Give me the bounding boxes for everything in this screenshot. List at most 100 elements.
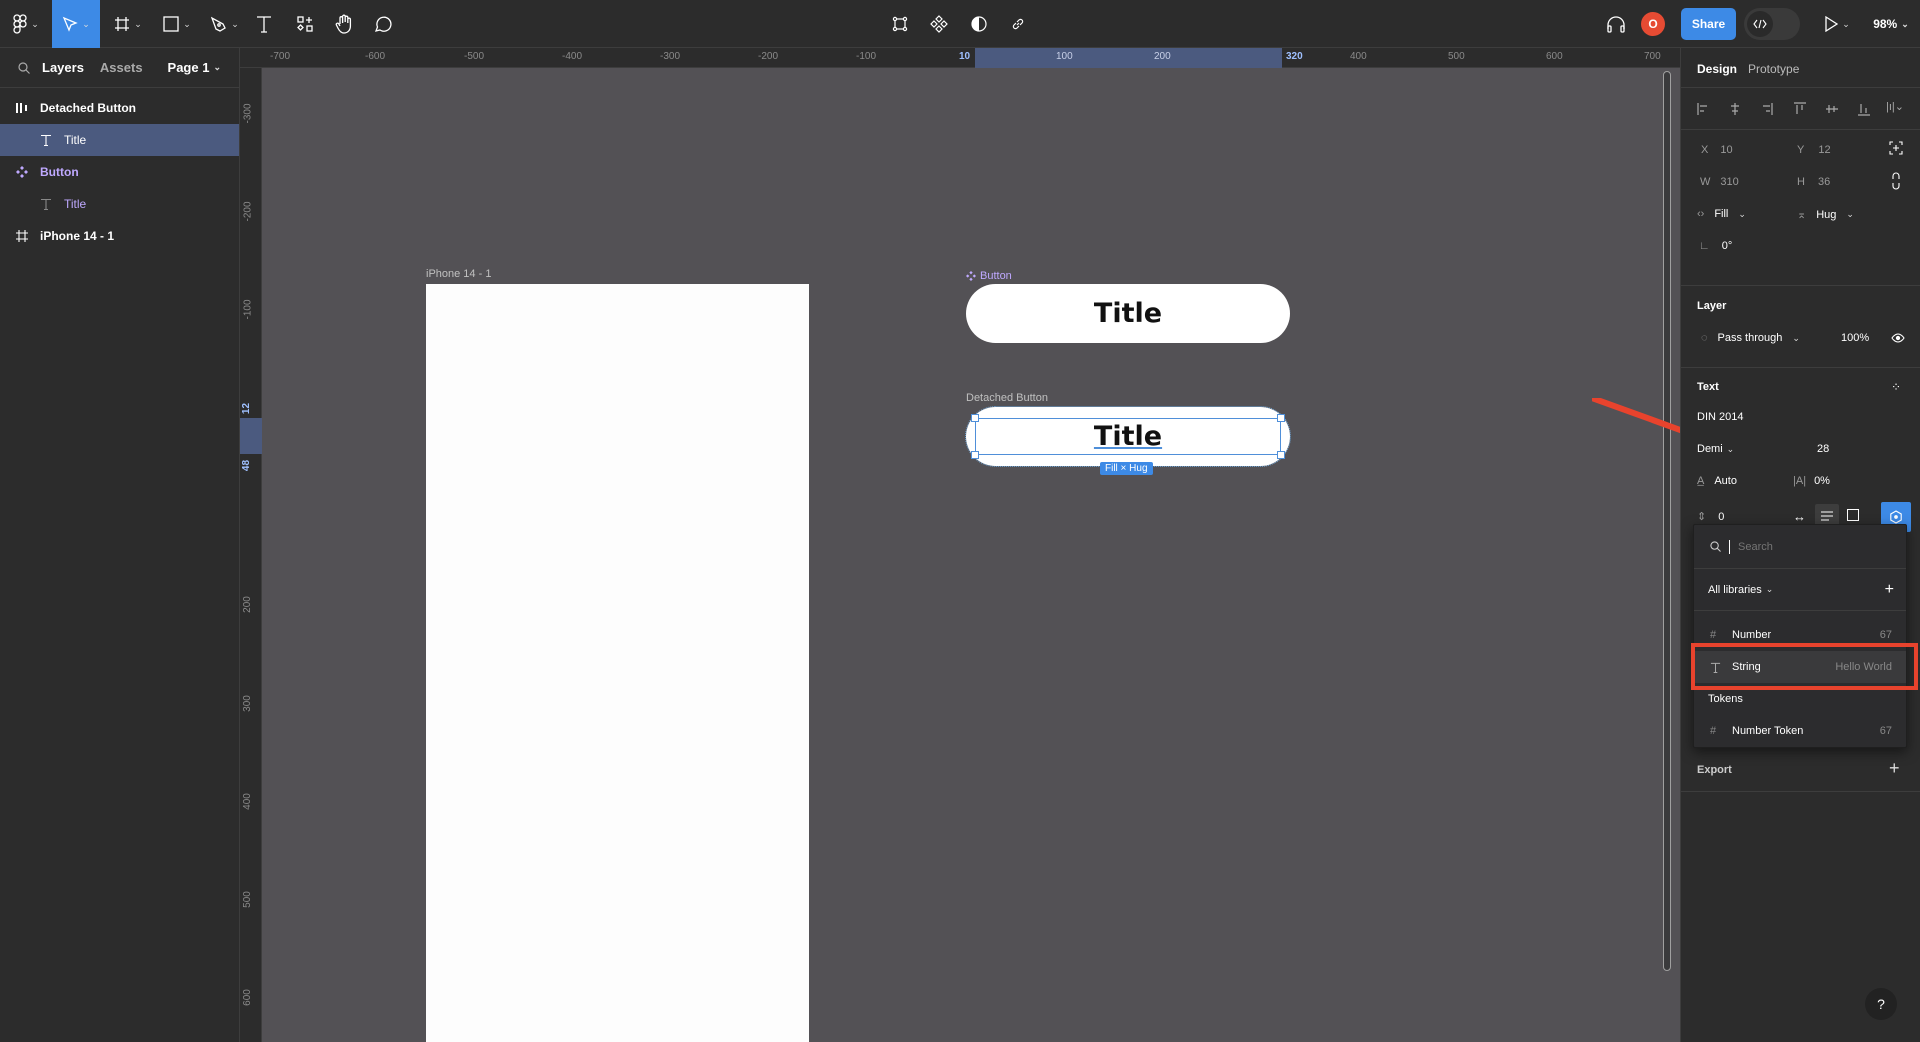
chevron-down-icon: ⌄ [1846, 209, 1854, 219]
frame-tool-button[interactable]: ⌄ [108, 0, 148, 48]
layer-iphone-frame[interactable]: iPhone 14 - 1 [0, 220, 239, 252]
edit-object-button[interactable] [890, 0, 910, 48]
line-height-input[interactable]: Auto [1714, 475, 1737, 487]
chevron-down-icon: ⌄ [82, 18, 90, 29]
create-variable-button[interactable]: + [1885, 581, 1894, 599]
audio-button[interactable] [1604, 0, 1628, 48]
constrain-proportions-icon[interactable] [1891, 172, 1901, 190]
comment-tool-button[interactable] [372, 0, 394, 48]
resize-handle-top-right[interactable] [1277, 414, 1285, 422]
tab-design[interactable]: Design [1697, 62, 1737, 76]
paragraph-spacing-input[interactable]: 0 [1718, 511, 1724, 523]
hand-tool-button[interactable] [333, 0, 355, 48]
export-section-title: Export [1697, 764, 1732, 776]
variable-name: Number Token [1732, 725, 1804, 737]
layer-detached-button[interactable]: Detached Button [0, 92, 239, 124]
component-icon [966, 271, 976, 281]
frame-hash-icon [114, 16, 130, 32]
visibility-eye-icon[interactable] [1891, 333, 1905, 343]
font-weight-dropdown[interactable]: Demi ⌄ [1697, 443, 1734, 455]
font-size-input[interactable]: 28 [1817, 443, 1829, 455]
zoom-level-value: 98% [1873, 17, 1898, 31]
page-name: Page 1 [167, 60, 210, 75]
move-tool-button[interactable]: ⌄ [52, 0, 100, 48]
mask-button[interactable] [969, 0, 989, 48]
layer-button-component[interactable]: Button [0, 156, 239, 188]
search-icon [1710, 541, 1721, 552]
frame-label-iphone[interactable]: iPhone 14 - 1 [426, 268, 491, 280]
x-input[interactable]: 10 [1720, 144, 1732, 156]
shape-tool-button[interactable]: ⌄ [158, 0, 196, 48]
fixed-size-icon[interactable] [1847, 509, 1859, 521]
tab-layers[interactable]: Layers [42, 60, 84, 75]
variable-search-input[interactable] [1738, 540, 1888, 553]
ruler-selection-highlight [975, 48, 1282, 68]
tab-prototype[interactable]: Prototype [1748, 62, 1799, 76]
opacity-input[interactable]: 100% [1841, 332, 1869, 344]
rotation-input[interactable]: 0° [1722, 240, 1733, 252]
present-button[interactable]: ⌄ [1822, 0, 1852, 48]
layer-title[interactable]: Title [0, 188, 239, 220]
resize-handle-bottom-left[interactable] [971, 451, 979, 459]
layer-name: Button [40, 165, 79, 179]
component-icon [12, 166, 32, 178]
distribute-dropdown[interactable]: |ı|⌄ [1886, 100, 1904, 113]
create-component-button[interactable] [929, 0, 949, 48]
page-selector[interactable]: Page 1 ⌄ [168, 60, 221, 75]
align-left-icon [1697, 103, 1707, 115]
zoom-level-dropdown[interactable]: 98% ⌄ [1868, 0, 1914, 48]
chevron-down-icon: ⌄ [213, 62, 221, 72]
annotation-arrow-shaft [1592, 398, 1680, 434]
chevron-down-icon: ⌄ [1842, 18, 1850, 29]
library-filter-dropdown[interactable]: All libraries ⌄ [1708, 584, 1773, 596]
resize-handle-bottom-right[interactable] [1277, 451, 1285, 459]
layers-panel: Layers Assets Page 1 ⌄ Detached Button T… [0, 48, 240, 1042]
component-label[interactable]: Button [966, 270, 1012, 282]
blend-mode-dropdown[interactable]: ◌ Pass through ⌄ [1701, 332, 1800, 344]
size-badge: Fill × Hug [1100, 462, 1153, 475]
y-input[interactable]: 12 [1818, 144, 1830, 156]
top-toolbar: ⌄ ⌄ ⌄ ⌄ ⌄ O Share ⌄ 98% ⌄ [0, 0, 1920, 48]
search-icon[interactable] [18, 61, 30, 74]
resources-tool-button[interactable] [294, 0, 316, 48]
variable-item-number-token[interactable]: # Number Token 67 [1694, 715, 1906, 747]
dev-mode-toggle[interactable] [1744, 8, 1800, 40]
text-styles-icon[interactable]: ⁘ [1891, 380, 1901, 394]
letter-spacing-input[interactable]: 0% [1814, 475, 1830, 487]
pen-tool-button[interactable]: ⌄ [206, 0, 244, 48]
design-canvas[interactable]: iPhone 14 - 1 Button Title Detached Butt… [262, 68, 1680, 1042]
button-component[interactable]: Title [966, 284, 1290, 343]
chevron-down-icon: ⌄ [1765, 584, 1774, 594]
font-family-dropdown[interactable]: DIN 2014 [1697, 411, 1743, 423]
chevron-down-icon: ⌄ [1901, 18, 1909, 29]
ruler-tick-selection-start: 10 [959, 51, 971, 62]
text-tool-button[interactable] [254, 0, 274, 48]
cursor-arrow-icon [62, 16, 78, 32]
share-button[interactable]: Share [1681, 8, 1736, 40]
width-mode-dropdown[interactable]: ‹› Fill ⌄ [1697, 208, 1746, 220]
iphone-frame[interactable] [426, 284, 809, 1042]
comment-icon [374, 15, 392, 33]
tab-assets[interactable]: Assets [100, 60, 143, 75]
ruler-tick-selection-end: 48 [241, 459, 253, 472]
avatar[interactable]: O [1641, 0, 1665, 48]
height-input[interactable]: 36 [1818, 176, 1830, 188]
text-cursor [1729, 539, 1730, 554]
width-input[interactable]: 310 [1720, 176, 1738, 188]
detached-button[interactable]: Title [965, 406, 1291, 467]
chevron-down-icon: ⌄ [1726, 443, 1735, 454]
link-button[interactable] [1008, 0, 1028, 48]
auto-width-icon[interactable]: ↔ [1793, 509, 1806, 524]
text-icon [256, 15, 272, 33]
layer-name: iPhone 14 - 1 [40, 229, 115, 243]
resize-handle-top-left[interactable] [971, 414, 979, 422]
frame-label-detached-button[interactable]: Detached Button [966, 392, 1048, 404]
help-button[interactable]: ? [1865, 988, 1897, 1020]
add-export-button[interactable]: + [1889, 758, 1900, 779]
layer-title-selected[interactable]: Title [0, 124, 239, 156]
main-menu-button[interactable]: ⌄ [0, 0, 52, 48]
constraints-icon[interactable] [1889, 141, 1903, 155]
ruler-tick: 500 [1448, 51, 1465, 62]
height-mode-dropdown[interactable]: ⌅ Hug ⌄ [1797, 208, 1854, 222]
button-title-text: Title [1093, 298, 1163, 329]
